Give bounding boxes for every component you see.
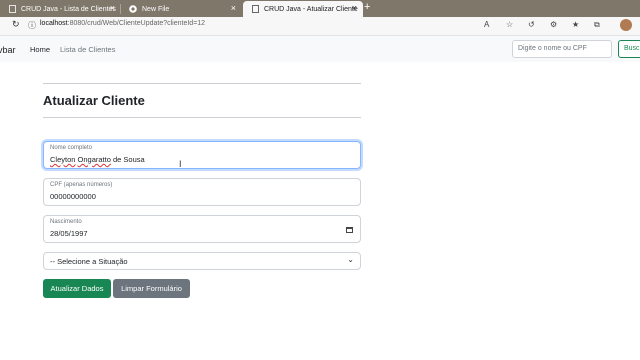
search-input[interactable]: Digite o nome ou CPF <box>512 40 612 58</box>
avatar[interactable] <box>620 19 632 31</box>
github-icon <box>129 5 137 13</box>
tab-title: New File <box>142 5 170 13</box>
refresh-extension-icon[interactable]: ↺ <box>528 20 535 29</box>
cpf-field[interactable]: CPF (apenas números) 00000000000 <box>43 178 361 206</box>
page-title: Atualizar Cliente <box>43 93 145 108</box>
favorites-icon[interactable]: ★ <box>572 20 579 29</box>
browser-tab-bar: CRUD Java - Lista de Clientes × New File… <box>0 0 640 17</box>
close-icon[interactable]: × <box>231 4 236 13</box>
text-cursor-icon: I <box>179 159 182 169</box>
nascimento-value: 28/05/1997 <box>50 229 88 238</box>
extensions-icon[interactable]: ⚙ <box>550 20 557 29</box>
tab-title: CRUD Java - Lista de Clientes <box>21 5 116 13</box>
situacao-select[interactable]: -- Selecione a Situação ⌄ <box>43 252 361 270</box>
nome-label: Nome completo <box>50 145 93 151</box>
nav-link-lista-clientes[interactable]: Lista de Clientes <box>60 45 115 54</box>
new-tab-button[interactable]: + <box>364 1 370 13</box>
chevron-down-icon: ⌄ <box>347 255 354 264</box>
close-icon[interactable]: × <box>110 4 115 13</box>
nascimento-label: Nascimento <box>50 219 82 225</box>
cpf-value: 00000000000 <box>50 192 96 201</box>
nome-field[interactable]: Nome completo Cleyton Ongaratto de Sousa <box>43 141 361 169</box>
situacao-selected: -- Selecione a Situação <box>50 257 128 266</box>
tab-lista-clientes[interactable]: CRUD Java - Lista de Clientes × <box>0 1 121 17</box>
page-icon <box>251 5 259 13</box>
tab-new-file[interactable]: New File × <box>121 1 242 17</box>
reload-icon[interactable]: ↻ <box>12 19 20 30</box>
nome-value: Cleyton Ongaratto de Sousa <box>50 155 145 164</box>
atualizar-dados-button[interactable]: Atualizar Dados <box>43 279 111 298</box>
tab-atualizar-cliente[interactable]: CRUD Java - Atualizar Cliente × <box>243 1 363 17</box>
read-aloud-icon[interactable]: A <box>484 20 489 29</box>
address-bar: ↻ ⓘ localhost:8080/crud/Web/ClienteUpdat… <box>0 17 640 36</box>
tab-title: CRUD Java - Atualizar Cliente <box>264 5 358 13</box>
page-icon <box>8 5 16 13</box>
url-field[interactable]: localhost:8080/crud/Web/ClienteUpdate?cl… <box>40 20 205 27</box>
info-icon[interactable]: ⓘ <box>28 20 36 31</box>
close-icon[interactable]: × <box>352 4 357 13</box>
limpar-formulario-button[interactable]: Limpar Formulário <box>113 279 190 298</box>
favorite-icon[interactable]: ☆ <box>506 20 513 29</box>
search-button[interactable]: Busc <box>618 40 640 58</box>
divider <box>43 83 361 84</box>
nascimento-field[interactable]: Nascimento 28/05/1997 <box>43 215 361 243</box>
cpf-label: CPF (apenas números) <box>50 182 113 188</box>
nav-link-home[interactable]: Home <box>30 45 50 54</box>
calendar-icon[interactable] <box>346 227 353 233</box>
collections-icon[interactable]: ⧉ <box>594 20 600 30</box>
navbar-brand[interactable]: vbar <box>0 45 16 55</box>
divider <box>43 117 361 118</box>
